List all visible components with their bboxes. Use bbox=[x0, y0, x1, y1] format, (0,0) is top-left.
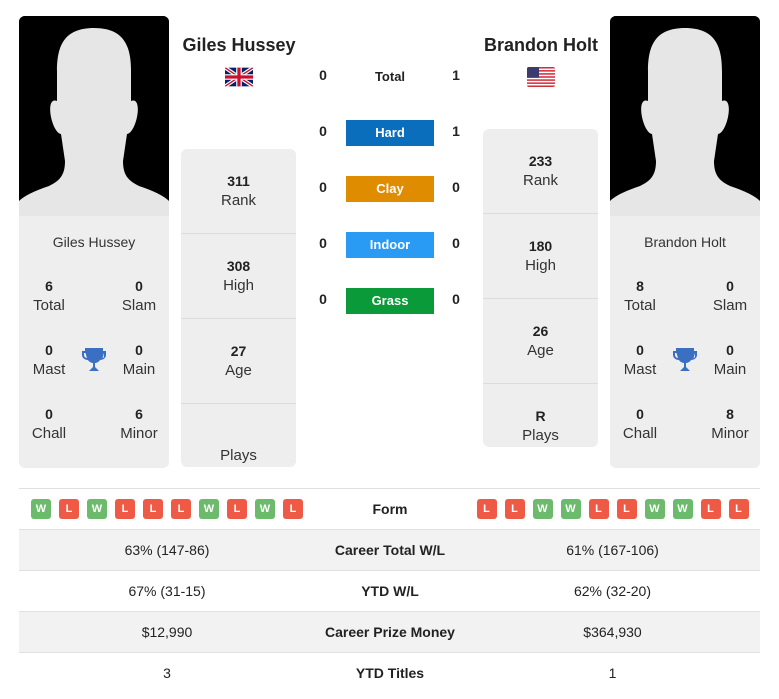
player2-value: $364,930 bbox=[583, 624, 642, 640]
loss-badge[interactable]: L bbox=[700, 499, 721, 519]
h2h-total-p2: 1 bbox=[452, 67, 460, 83]
player1-stats: 311 Rank 308 High 27 Age Plays bbox=[181, 149, 296, 467]
table-row: 63% (147-86) Career Total W/L 61% (167-1… bbox=[19, 529, 760, 570]
player1-titles-slam: 0 Slam bbox=[121, 278, 157, 314]
h2h-hard-p2: 1 bbox=[452, 123, 460, 139]
player1-high: 308 High bbox=[181, 234, 296, 319]
loss-badge[interactable]: L bbox=[504, 499, 525, 519]
silhouette-icon bbox=[19, 16, 169, 216]
player1-titles-minor: 6 Minor bbox=[120, 406, 158, 442]
h2h-total-label: Total bbox=[374, 69, 406, 84]
player1-photo bbox=[19, 16, 169, 216]
h2h-indoor-p2: 0 bbox=[452, 235, 460, 251]
loss-badge[interactable]: L bbox=[227, 499, 247, 519]
player2-form: LLWWLLWWLL bbox=[465, 499, 760, 519]
player2-age: 26 Age bbox=[483, 299, 598, 384]
us-flag-icon bbox=[527, 67, 555, 87]
player1-plays: Plays bbox=[220, 447, 257, 464]
player2-value: 61% (167-106) bbox=[566, 542, 659, 558]
table-row: 3 YTD Titles 1 bbox=[19, 652, 760, 693]
form-label: Form bbox=[372, 501, 408, 517]
player2-value: 62% (32-20) bbox=[573, 583, 652, 599]
player1-titles-mast: 0 Mast bbox=[32, 342, 66, 378]
h2h-clay-p2: 0 bbox=[452, 179, 460, 195]
player2-card-name: Brandon Holt bbox=[644, 234, 726, 250]
player2-titles-total: 8 Total bbox=[624, 278, 656, 314]
loss-badge[interactable]: L bbox=[616, 499, 637, 519]
h2h-hard-p1: 0 bbox=[319, 123, 327, 139]
h2h-grass-p2: 0 bbox=[452, 291, 460, 307]
loss-badge[interactable]: L bbox=[59, 499, 79, 519]
h2h-grass-p1: 0 bbox=[319, 291, 327, 307]
loss-badge[interactable]: L bbox=[588, 499, 609, 519]
loss-badge[interactable]: L bbox=[728, 499, 749, 519]
win-badge[interactable]: W bbox=[255, 499, 275, 519]
win-badge[interactable]: W bbox=[644, 499, 665, 519]
comparison-table: WLWLLLWLWL Form LLWWLLWWLL 63% (147-86) … bbox=[19, 488, 760, 693]
surface-clay[interactable]: Clay bbox=[346, 176, 434, 202]
h2h-total-p1: 0 bbox=[319, 67, 327, 83]
player2-titles-minor: 8 Minor bbox=[711, 406, 749, 442]
player1-value: 3 bbox=[163, 665, 171, 681]
player1-name-link[interactable]: Giles Hussey bbox=[169, 35, 309, 56]
player2-name-link[interactable]: Brandon Holt bbox=[471, 35, 611, 56]
player1-age: 27 Age bbox=[181, 319, 296, 404]
loss-badge[interactable]: L bbox=[476, 499, 497, 519]
gb-flag-icon bbox=[225, 67, 253, 87]
silhouette-icon bbox=[610, 16, 760, 216]
player2-stats: 233 Rank 180 High 26 Age R Plays bbox=[483, 129, 598, 447]
row-label: Career Prize Money bbox=[325, 624, 455, 640]
player2-titles-slam: 0 Slam bbox=[712, 278, 748, 314]
player2-plays: R Plays bbox=[522, 408, 559, 444]
win-badge[interactable]: W bbox=[199, 499, 219, 519]
win-badge[interactable]: W bbox=[560, 499, 581, 519]
player2-photo bbox=[610, 16, 760, 216]
player1-card-name: Giles Hussey bbox=[52, 234, 136, 250]
win-badge[interactable]: W bbox=[31, 499, 51, 519]
table-row: $12,990 Career Prize Money $364,930 bbox=[19, 611, 760, 652]
player2-titles-mast: 0 Mast bbox=[623, 342, 657, 378]
player2-value: 1 bbox=[608, 665, 617, 681]
surface-grass[interactable]: Grass bbox=[346, 288, 434, 314]
player1-titles-main: 0 Main bbox=[122, 342, 156, 378]
row-label: YTD Titles bbox=[355, 665, 425, 681]
player1-form: WLWLLLWLWL bbox=[19, 499, 315, 519]
win-badge[interactable]: W bbox=[532, 499, 553, 519]
h2h-clay-p1: 0 bbox=[319, 179, 327, 195]
surface-hard[interactable]: Hard bbox=[346, 120, 434, 146]
trophy-icon bbox=[673, 347, 697, 373]
player1-titles-total: 6 Total bbox=[33, 278, 65, 314]
h2h-indoor-p1: 0 bbox=[319, 235, 327, 251]
form-row: WLWLLLWLWL Form LLWWLLWWLL bbox=[19, 488, 760, 529]
loss-badge[interactable]: L bbox=[143, 499, 163, 519]
loss-badge[interactable]: L bbox=[171, 499, 191, 519]
row-label: Career Total W/L bbox=[334, 542, 446, 558]
player1-value: 63% (147-86) bbox=[124, 542, 210, 558]
surface-indoor[interactable]: Indoor bbox=[346, 232, 434, 258]
loss-badge[interactable]: L bbox=[283, 499, 303, 519]
loss-badge[interactable]: L bbox=[115, 499, 135, 519]
player2-titles-card: Brandon Holt 8 Total 0 Slam 0 Mast 0 Mai… bbox=[610, 216, 760, 468]
player1-rank: 311 Rank bbox=[181, 149, 296, 234]
win-badge[interactable]: W bbox=[87, 499, 107, 519]
player1-titles-card: Giles Hussey 6 Total 0 Slam 0 Mast 0 Mai… bbox=[19, 216, 169, 468]
row-label: YTD W/L bbox=[361, 583, 419, 599]
player2-titles-chall: 0 Chall bbox=[622, 406, 658, 442]
player2-titles-main: 0 Main bbox=[713, 342, 747, 378]
win-badge[interactable]: W bbox=[672, 499, 693, 519]
table-row: 67% (31-15) YTD W/L 62% (32-20) bbox=[19, 570, 760, 611]
player1-titles-chall: 0 Chall bbox=[31, 406, 67, 442]
player1-value: $12,990 bbox=[141, 624, 193, 640]
player2-high: 180 High bbox=[483, 214, 598, 299]
player2-rank: 233 Rank bbox=[483, 129, 598, 214]
player1-value: 67% (31-15) bbox=[128, 583, 206, 599]
trophy-icon bbox=[82, 347, 106, 373]
